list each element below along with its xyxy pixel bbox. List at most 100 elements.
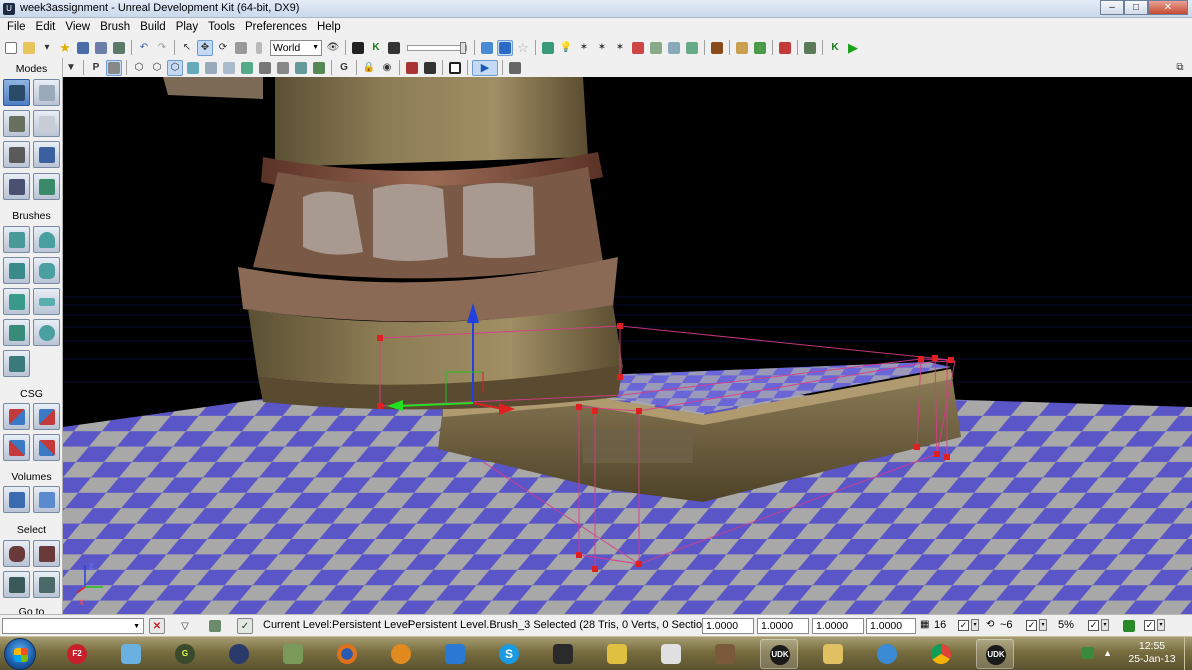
mobile-preview-icon[interactable] — [802, 40, 818, 56]
drag-grid-y-field[interactable]: 1.0000 — [757, 618, 809, 634]
csg-deintersect-button[interactable] — [33, 434, 60, 461]
volume-list-button[interactable] — [33, 486, 60, 513]
taskbar-app-mascot[interactable] — [112, 639, 150, 669]
taskbar-app-unity[interactable] — [544, 639, 582, 669]
favorites-star-icon[interactable]: ★ — [57, 40, 73, 56]
play-in-viewport-icon[interactable] — [752, 40, 768, 56]
menu-help[interactable]: Help — [312, 18, 346, 37]
filter-icon[interactable]: ▽ — [177, 618, 193, 634]
save-all-icon[interactable] — [93, 40, 109, 56]
submit-icon[interactable] — [666, 40, 682, 56]
p-icon[interactable]: P — [88, 60, 104, 76]
unlit-icon[interactable]: ⬡ — [167, 59, 183, 76]
level-icon[interactable] — [207, 618, 223, 634]
tray-expand-icon[interactable]: ▲ — [1103, 648, 1112, 658]
texture-density-icon[interactable] — [257, 60, 273, 76]
build-cover-icon[interactable]: ✶ — [594, 40, 610, 56]
light-complexity-icon[interactable] — [239, 60, 255, 76]
menu-edit[interactable]: Edit — [31, 18, 61, 37]
linear-stair-brush-button[interactable] — [3, 288, 30, 315]
taskbar-app-explorer[interactable] — [814, 639, 852, 669]
kismet-icon[interactable] — [350, 40, 366, 56]
lightmap-density-icon[interactable] — [293, 60, 309, 76]
build-ai-icon[interactable] — [630, 40, 646, 56]
k-play-icon[interactable]: K — [827, 40, 843, 56]
taskbar-app-media[interactable] — [220, 639, 258, 669]
taskbar-app-bird[interactable] — [274, 639, 312, 669]
cube-brush-button[interactable] — [3, 226, 30, 253]
select-cursor-icon[interactable]: ↖ — [179, 40, 195, 56]
cylinder-brush-button[interactable] — [33, 257, 60, 284]
viewport-options-dropdown[interactable]: ▼ — [63, 60, 79, 76]
viewport-layout-icon[interactable] — [507, 60, 523, 76]
rotation-snap-checkbox[interactable]: ✓ — [1026, 620, 1037, 631]
generic-browser-icon[interactable] — [497, 39, 513, 56]
slider-thumb[interactable] — [460, 41, 466, 54]
cook-icon[interactable] — [709, 40, 725, 56]
rotate-icon[interactable]: ⟳ — [215, 40, 231, 56]
rotation-spin[interactable]: ▾ — [1039, 619, 1047, 631]
minimize-button[interactable]: – — [1100, 0, 1124, 15]
redo-icon[interactable]: ↷ — [154, 40, 170, 56]
reflections-icon[interactable] — [311, 60, 327, 76]
undo-icon[interactable]: ↶ — [136, 40, 152, 56]
texture-align-mode-button[interactable] — [33, 110, 60, 137]
play-on-console-icon[interactable] — [777, 40, 793, 56]
play-in-viewport-button[interactable]: ▶ — [472, 59, 498, 76]
spiral-stair-brush-button[interactable] — [3, 319, 30, 346]
taskbar-app-udk-1[interactable]: UDK — [760, 639, 798, 669]
lighting-only-icon[interactable] — [221, 60, 237, 76]
build-paths-icon[interactable]: ✶ — [576, 40, 592, 56]
render-icon[interactable] — [684, 40, 700, 56]
show-all-button[interactable] — [33, 571, 60, 598]
eye-icon[interactable]: ◉ — [379, 60, 395, 76]
close-button[interactable]: ✕ — [1148, 0, 1188, 15]
taskbar-app-chrome[interactable] — [922, 639, 960, 669]
dropdown-arrow-icon[interactable]: ▾ — [39, 40, 55, 56]
terrain-mode-button[interactable] — [3, 110, 30, 137]
camera-speed-slider[interactable] — [407, 41, 467, 54]
g-icon[interactable]: G — [336, 60, 352, 76]
viewport-type-icon[interactable] — [106, 59, 122, 76]
binoculars-icon[interactable]: 👁 — [325, 40, 341, 56]
taskbar-app-g[interactable]: G — [166, 639, 204, 669]
drag-grid-x-field[interactable]: 1.0000 — [702, 618, 754, 634]
geometry-mode-button[interactable] — [33, 79, 60, 106]
save-level-icon[interactable] — [111, 40, 127, 56]
maximize-button[interactable]: □ — [1124, 0, 1148, 15]
csg-add-button[interactable] — [3, 403, 30, 430]
detail-lighting-icon[interactable] — [203, 60, 219, 76]
volumetric-brush-button[interactable] — [3, 350, 30, 377]
camera-mode-button[interactable] — [3, 79, 30, 106]
taskbar-app-folder-star[interactable] — [598, 639, 636, 669]
translate-icon[interactable]: ✥ — [197, 39, 213, 56]
lock-icon[interactable]: 🔒 — [361, 60, 377, 76]
network-icon[interactable] — [1082, 647, 1094, 659]
autosave-spin[interactable]: ▾ — [1157, 619, 1165, 631]
start-button[interactable] — [4, 638, 36, 670]
csg-intersect-button[interactable] — [3, 434, 30, 461]
build-lighting-icon[interactable]: 💡 — [558, 40, 574, 56]
play-in-editor-icon[interactable] — [734, 40, 750, 56]
scale-icon[interactable] — [233, 40, 249, 56]
grid-size-value[interactable]: 16 — [934, 618, 946, 634]
scale-snap-checkbox[interactable]: ✓ — [1088, 620, 1099, 631]
taskbar-app-udk-2[interactable]: UDK — [976, 639, 1014, 669]
autosave-checkbox[interactable]: ✓ — [1144, 620, 1155, 631]
landscape-mode-button[interactable] — [3, 173, 30, 200]
scale-field[interactable]: 1.0000 — [866, 618, 916, 634]
drag-grid-toggle-icon[interactable]: ✓ — [237, 618, 253, 634]
grid-snap-checkbox[interactable]: ✓ — [958, 620, 969, 631]
menu-brush[interactable]: Brush — [95, 18, 135, 37]
perspective-viewport[interactable]: z x — [63, 77, 1192, 614]
grid-spin[interactable]: ▾ — [971, 619, 979, 631]
scale-spin[interactable]: ▾ — [1101, 619, 1109, 631]
actor-icon[interactable] — [404, 60, 420, 76]
matinee-icon[interactable] — [386, 40, 402, 56]
build-geometry-icon[interactable] — [540, 40, 556, 56]
camera-icon[interactable] — [422, 60, 438, 76]
maximize-viewport-icon[interactable]: ⧉ — [1172, 60, 1188, 76]
star-icon[interactable]: ☆ — [515, 40, 531, 56]
add-volume-button[interactable] — [3, 486, 30, 513]
menu-file[interactable]: File — [2, 18, 31, 37]
